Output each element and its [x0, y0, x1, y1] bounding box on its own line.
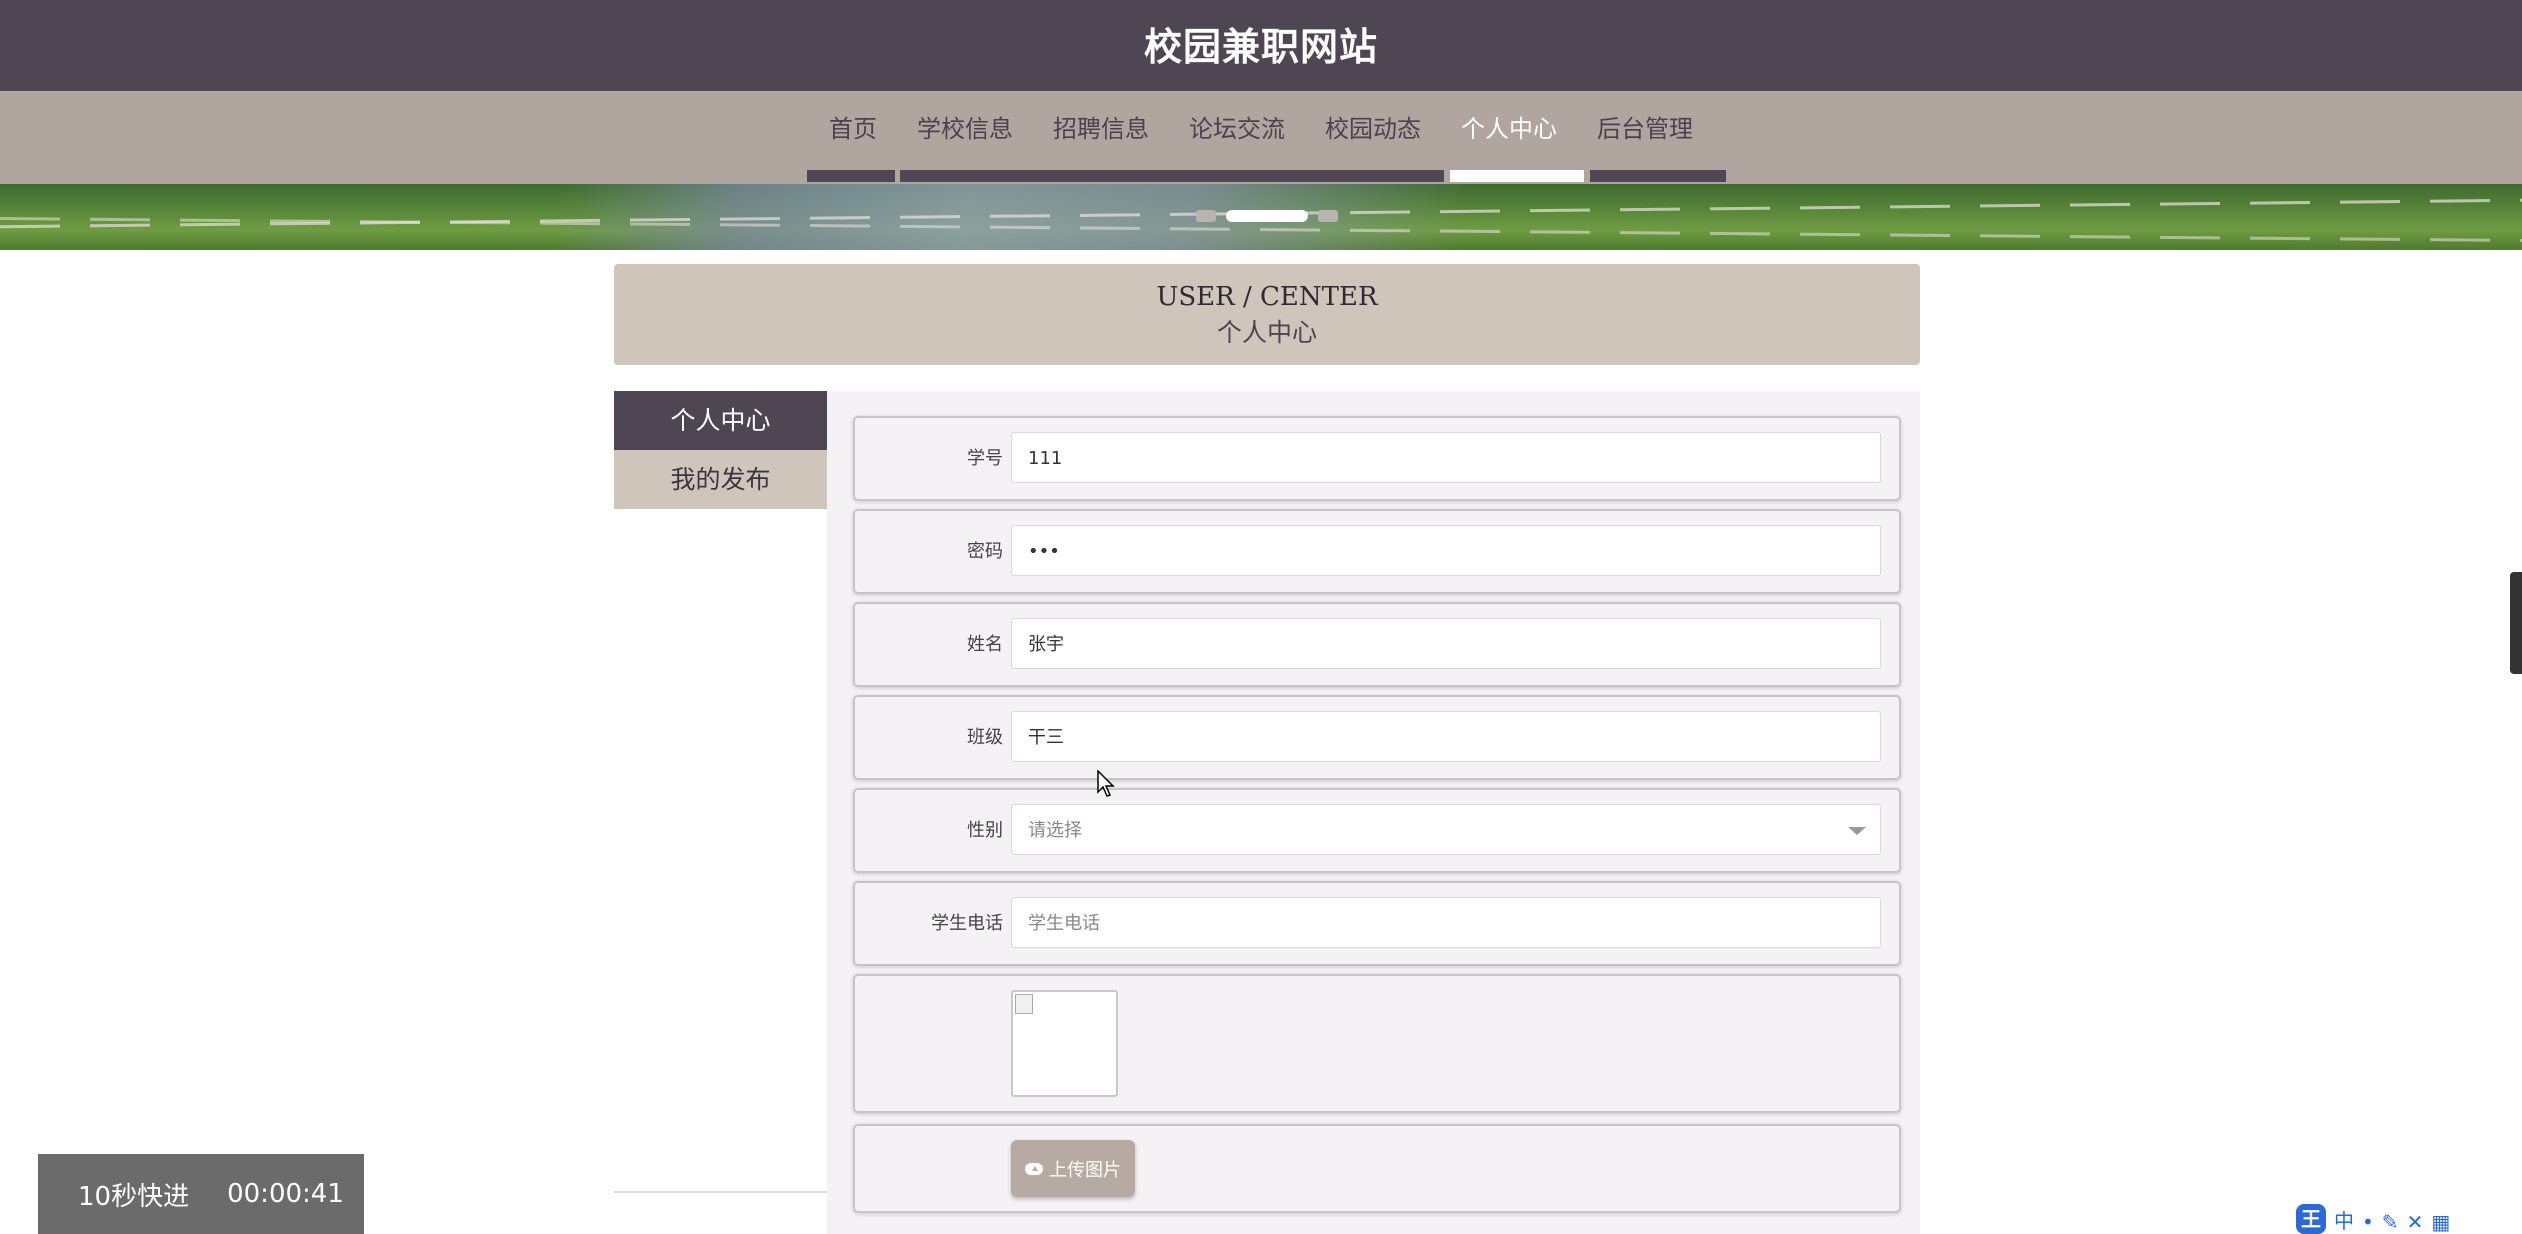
skip-forward-button[interactable]: 10秒快进: [78, 1176, 189, 1213]
ime-badge[interactable]: 王: [2296, 1204, 2326, 1234]
name-label: 姓名: [967, 634, 1003, 655]
nav-underline-active: [1450, 170, 1584, 182]
form-row-class: 班级 干三: [853, 695, 1901, 780]
form-row-gender: 性别 请选择: [853, 788, 1901, 873]
nav-item-home[interactable]: 首页: [809, 91, 897, 167]
form-row-photo: [853, 974, 1901, 1113]
chevron-down-icon: [1848, 827, 1866, 835]
form-row-phone: 学生电话 学生电话: [853, 881, 1901, 966]
nav-item-recruitment[interactable]: 招聘信息: [1033, 91, 1169, 167]
photo-preview: [1011, 990, 1118, 1097]
page-title-block: USER / CENTER 个人中心: [614, 264, 1920, 365]
side-menu: 个人中心 我的发布: [614, 391, 827, 1234]
nav-underline: [807, 170, 895, 182]
ime-toolbar: 王 中 • ✎ ✕ ▦: [2296, 1204, 2522, 1234]
form-row-student-id: 学号 111: [853, 416, 1901, 501]
tools-icon[interactable]: ✕: [2407, 1210, 2424, 1234]
upload-image-label: 上传图片: [1049, 1159, 1121, 1181]
cloud-upload-icon: [1025, 1162, 1043, 1175]
gender-label: 性别: [967, 820, 1003, 841]
nav-underline: [900, 170, 1444, 182]
video-time: 00:00:41: [227, 1179, 344, 1209]
broken-image-icon: [1015, 994, 1033, 1014]
punctuation-icon[interactable]: •: [2362, 1210, 2374, 1234]
gender-select[interactable]: 请选择: [1011, 804, 1881, 855]
form-row-password: 密码 •••: [853, 509, 1901, 594]
divider: [614, 1191, 827, 1193]
pen-icon[interactable]: ✎: [2382, 1210, 2399, 1234]
video-control-overlay: 10秒快进 00:00:41: [38, 1154, 364, 1234]
carousel-dot[interactable]: [1318, 210, 1338, 222]
nav-item-school-info[interactable]: 学校信息: [897, 91, 1033, 167]
page-title-en: USER / CENTER: [1156, 281, 1378, 312]
class-label: 班级: [967, 727, 1003, 748]
nav-underline: [1590, 170, 1726, 182]
carousel-dot-active[interactable]: [1226, 210, 1308, 222]
password-label: 密码: [967, 541, 1003, 562]
carousel-dot[interactable]: [1196, 210, 1216, 222]
form-row-name: 姓名 张宇: [853, 602, 1901, 687]
page-title-cn: 个人中心: [1216, 317, 1317, 347]
nav-item-user-center[interactable]: 个人中心: [1441, 91, 1577, 167]
upload-image-button[interactable]: 上传图片: [1011, 1140, 1135, 1197]
phone-input[interactable]: 学生电话: [1011, 897, 1881, 948]
student-id-input[interactable]: 111: [1011, 432, 1881, 483]
nav-item-forum[interactable]: 论坛交流: [1169, 91, 1305, 167]
form-row-upload: 上传图片: [853, 1124, 1901, 1213]
gender-select-placeholder: 请选择: [1028, 820, 1082, 841]
phone-label: 学生电话: [931, 913, 1003, 934]
side-item-user-center[interactable]: 个人中心: [614, 391, 827, 450]
side-edge-tab[interactable]: [2510, 572, 2522, 674]
site-header: 校园兼职网站: [0, 0, 2522, 91]
nav-item-campus-news[interactable]: 校园动态: [1305, 91, 1441, 167]
site-title: 校园兼职网站: [1143, 25, 1378, 69]
password-input[interactable]: •••: [1011, 525, 1881, 576]
carousel-indicators: [1196, 210, 1338, 222]
nav-item-admin[interactable]: 后台管理: [1577, 91, 1713, 167]
grid-icon[interactable]: ▦: [2431, 1210, 2450, 1234]
name-input[interactable]: 张宇: [1011, 618, 1881, 669]
side-item-my-posts[interactable]: 我的发布: [614, 450, 827, 509]
class-input[interactable]: 干三: [1011, 711, 1881, 762]
ime-mode[interactable]: 中: [2334, 1205, 2354, 1234]
student-id-label: 学号: [967, 448, 1003, 469]
profile-form: 学号 111 密码 ••• 姓名 张宇 班级 干三 性别 请选择 学生电话 学生…: [827, 391, 1920, 1234]
